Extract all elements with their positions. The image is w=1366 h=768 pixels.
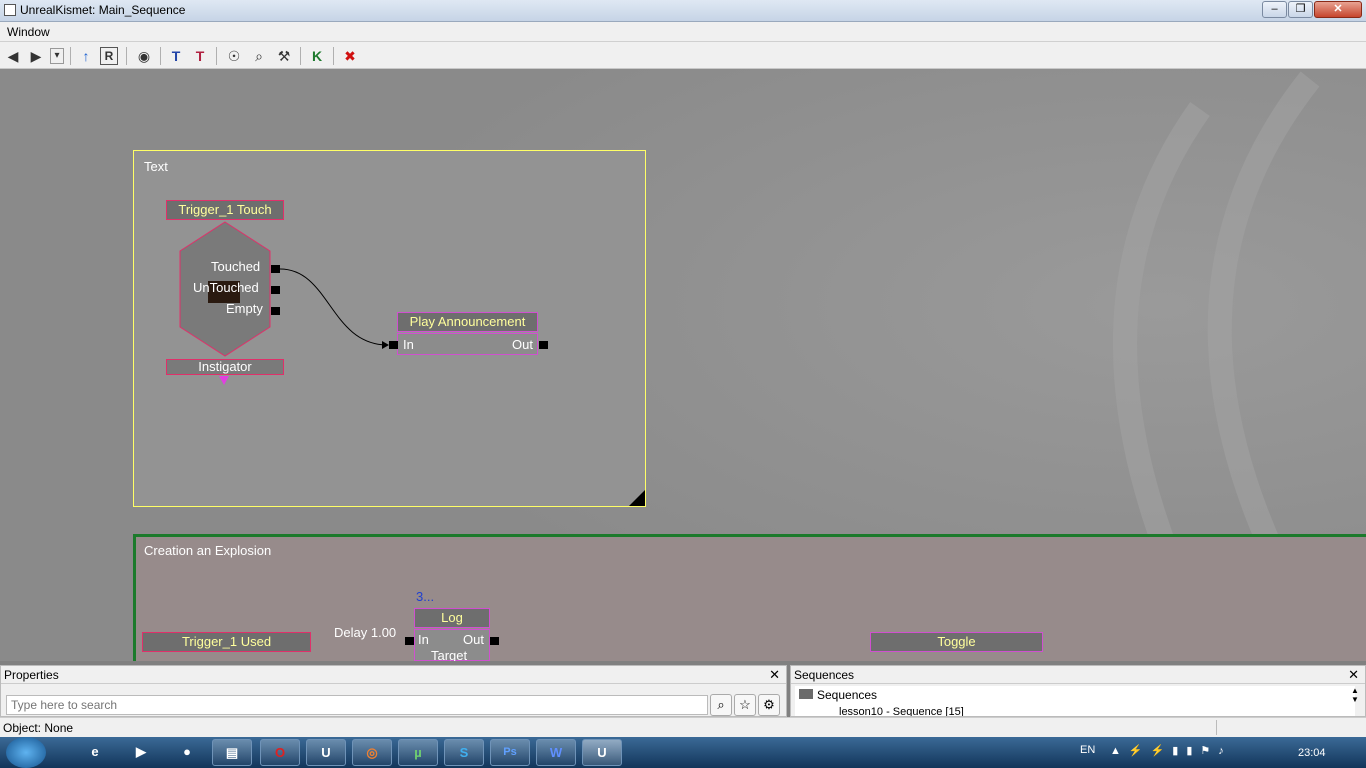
favorites-star-icon[interactable]: ☆: [734, 694, 756, 716]
skype-icon[interactable]: S: [444, 739, 484, 766]
settings-icon[interactable]: ⚙: [758, 694, 780, 716]
properties-title: Properties: [4, 668, 59, 682]
properties-panel: Properties ✕ ⌕ ☆ ⚙: [0, 665, 787, 717]
stop-icon[interactable]: ✖: [340, 46, 360, 66]
forward-arrow-icon[interactable]: ▶: [26, 46, 46, 66]
close-icon[interactable]: ✕: [769, 667, 780, 683]
log-in-label: In: [418, 632, 429, 647]
hide-unused-icon[interactable]: ◉: [134, 46, 154, 66]
tree-root-sequences[interactable]: Sequences: [817, 688, 877, 702]
log-out-label: Out: [463, 632, 484, 647]
search-icon[interactable]: ⌕: [249, 46, 269, 66]
explorer-icon[interactable]: ▤: [212, 739, 252, 766]
tray-icons[interactable]: ▲⚡⚡▮▮⚑♪: [1110, 744, 1232, 757]
window-title: UnrealKismet: Main_Sequence: [20, 3, 186, 17]
game-icon[interactable]: ●: [168, 739, 206, 766]
back-arrow-icon[interactable]: ◀: [3, 46, 23, 66]
folder-icon: [799, 689, 813, 699]
wrench-icon[interactable]: ⚒: [274, 46, 294, 66]
photoshop-icon[interactable]: Ps: [490, 739, 530, 766]
light-bulb-icon[interactable]: ☉: [224, 46, 244, 66]
sequences-header: Sequences ✕: [791, 666, 1365, 684]
log-out-port[interactable]: [490, 637, 499, 645]
taskbar: e ▶ ● ▤ O U ◎ µ S Ps W U EN ▲⚡⚡▮▮⚑♪ 23:0…: [0, 737, 1366, 768]
comment-title: Creation an Explosion: [144, 543, 272, 558]
log-comment: 3...: [416, 589, 435, 604]
status-bar: Object: None: [0, 717, 1366, 737]
sequence-tree: Sequences lesson10 - Sequence [15]: [795, 686, 1355, 716]
close-button[interactable]: ✕: [1314, 1, 1362, 18]
comment-box-explosion[interactable]: Creation an Explosion: [133, 534, 1366, 661]
log-target-label: Target: [431, 648, 468, 661]
search-input[interactable]: [6, 695, 708, 715]
word-icon[interactable]: W: [536, 739, 576, 766]
tree-item-lesson10[interactable]: lesson10 - Sequence [15]: [839, 706, 964, 716]
app-icon: [4, 4, 16, 16]
maximize-button[interactable]: ❒: [1288, 1, 1313, 18]
zoom-to-fit-icon[interactable]: T: [166, 46, 186, 66]
kismet-icon[interactable]: K: [307, 46, 327, 66]
toggle-node[interactable]: Toggle: [870, 632, 1043, 652]
minimize-button[interactable]: –: [1262, 1, 1287, 18]
opera-icon[interactable]: O: [260, 739, 300, 766]
kismet-canvas[interactable]: Text Trigger_1 Touch Touched UnTouched E…: [0, 69, 1366, 661]
history-dropdown-icon[interactable]: ▾: [50, 48, 64, 64]
ie-icon[interactable]: e: [76, 739, 114, 766]
log-in-port[interactable]: [405, 637, 414, 645]
firefox-icon[interactable]: ◎: [352, 739, 392, 766]
unreal-icon[interactable]: U: [306, 739, 346, 766]
menu-window[interactable]: Window: [7, 25, 50, 39]
delay-label: Delay 1.00: [334, 625, 397, 640]
search-icon[interactable]: ⌕: [710, 694, 732, 716]
close-icon[interactable]: ✕: [1348, 667, 1359, 683]
zoom-to-selection-icon[interactable]: T: [190, 46, 210, 66]
media-player-icon[interactable]: ▶: [122, 739, 160, 766]
clock[interactable]: 23:04: [1298, 747, 1326, 759]
status-text: Object: None: [3, 721, 74, 735]
trigger-used-node[interactable]: Trigger_1 Used: [142, 632, 311, 652]
unreal-kismet-icon[interactable]: U: [582, 739, 622, 766]
scrollbar[interactable]: ▲ ▼: [1349, 686, 1361, 716]
utorrent-icon[interactable]: µ: [398, 739, 438, 766]
log-node[interactable]: Log: [414, 608, 490, 628]
start-button[interactable]: [6, 737, 46, 768]
parent-sequence-icon[interactable]: ↑: [76, 46, 96, 66]
sequences-title: Sequences: [794, 668, 855, 682]
language-indicator[interactable]: EN: [1080, 744, 1095, 756]
properties-header: Properties ✕: [1, 666, 786, 684]
menu-bar: Window: [0, 22, 1366, 42]
sequences-panel: Sequences ✕ Sequences lesson10 - Sequenc…: [790, 665, 1366, 717]
title-bar: UnrealKismet: Main_Sequence – ❒ ✕: [0, 0, 1366, 22]
rename-icon[interactable]: R: [100, 47, 118, 65]
toolbar: ◀ ▶ ▾ ↑ R ◉ T T ☉ ⌕ ⚒ K ✖: [0, 42, 1366, 69]
